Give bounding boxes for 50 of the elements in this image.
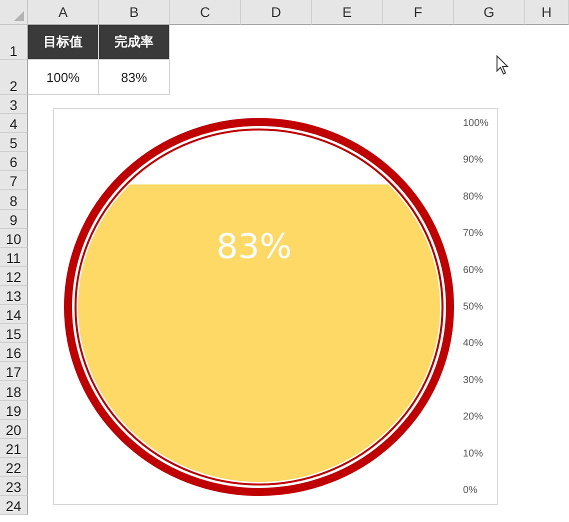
row-header[interactable]: 23 — [0, 476, 28, 496]
row-header[interactable]: 17 — [0, 362, 28, 382]
scale-label: 40% — [463, 338, 484, 350]
column-header[interactable]: H — [525, 0, 569, 25]
row-header[interactable]: 21 — [0, 438, 28, 458]
row-header[interactable]: 13 — [0, 286, 28, 306]
scale-label: 80% — [463, 191, 484, 202]
cell-value: 100% — [46, 70, 80, 84]
row-header[interactable]: 1 — [0, 25, 28, 60]
row-header[interactable]: 16 — [0, 343, 28, 362]
value-label: 83% — [216, 227, 292, 267]
column-header[interactable]: C — [170, 0, 241, 25]
column-header[interactable]: E — [312, 0, 383, 25]
row-header[interactable]: 8 — [0, 190, 28, 210]
scale-label: 10% — [463, 448, 484, 460]
row-header[interactable]: 6 — [0, 152, 28, 172]
column-header[interactable]: G — [454, 0, 525, 25]
row-header[interactable]: 4 — [0, 114, 28, 134]
row-header[interactable]: 11 — [0, 248, 28, 267]
row-header[interactable]: 22 — [0, 458, 28, 477]
scale-label: 30% — [463, 374, 484, 386]
scale-label: 70% — [463, 228, 484, 240]
cell-value: 83% — [120, 70, 148, 84]
column-header[interactable]: D — [241, 0, 312, 25]
column-header[interactable]: B — [99, 0, 170, 25]
row-header[interactable]: 24 — [0, 496, 28, 516]
row-header[interactable]: 18 — [0, 381, 28, 400]
column-header[interactable]: F — [383, 0, 454, 25]
row-header[interactable]: 5 — [0, 133, 28, 152]
row-header[interactable]: 15 — [0, 324, 28, 344]
row-header[interactable]: 19 — [0, 400, 28, 420]
row-header[interactable]: 12 — [0, 266, 28, 286]
scale-label: 90% — [463, 154, 484, 166]
row-header[interactable]: 9 — [0, 210, 28, 229]
scale-label: 20% — [463, 412, 484, 423]
row-header[interactable]: 10 — [0, 228, 28, 248]
header-cell-text: 完成率 — [114, 33, 154, 51]
column-header[interactable]: A — [28, 0, 99, 25]
row-header[interactable]: 2 — [0, 60, 28, 95]
scale-label: 60% — [463, 264, 484, 276]
header-cell-text: 目标值 — [44, 33, 82, 51]
row-header[interactable]: 3 — [0, 95, 28, 114]
row-header[interactable]: 7 — [0, 171, 28, 190]
row-header[interactable]: 14 — [0, 305, 28, 324]
scale-label: 0% — [463, 485, 478, 496]
row-header[interactable]: 20 — [0, 420, 28, 439]
cursor-icon — [496, 55, 509, 75]
select-all-icon[interactable] — [14, 11, 24, 21]
scale-label: 100% — [463, 118, 489, 129]
scale-label: 50% — [463, 302, 484, 312]
